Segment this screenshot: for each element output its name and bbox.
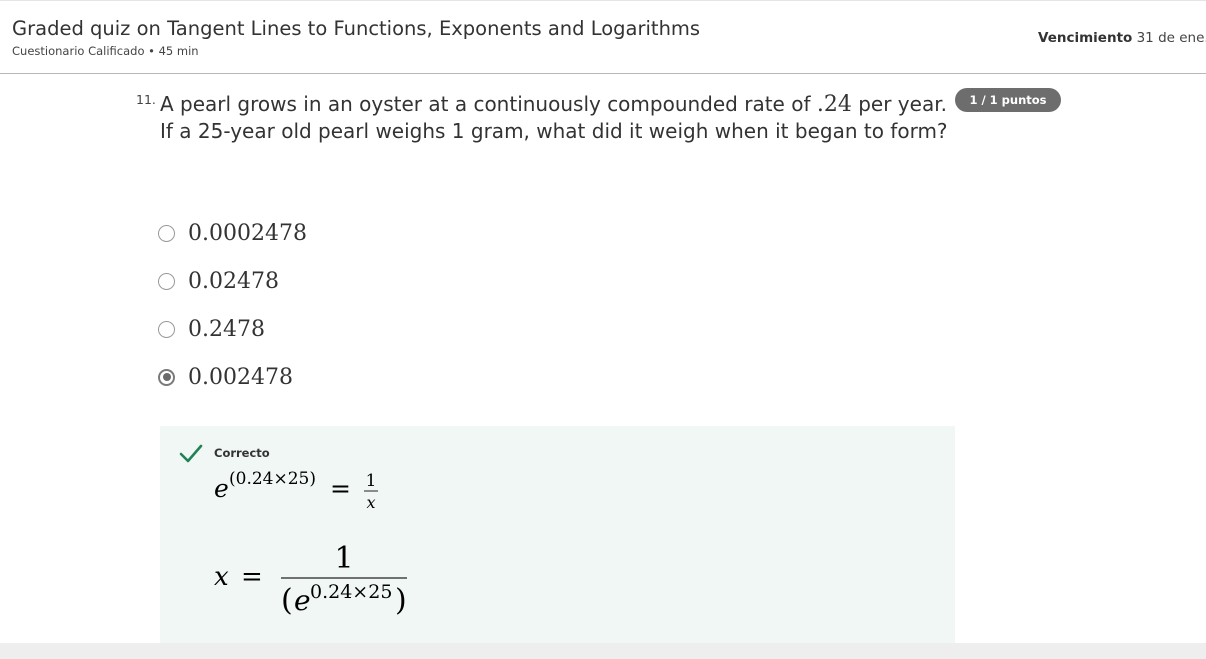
answer-option-label[interactable]: 0.002478 bbox=[188, 365, 293, 390]
question-rate: .24 bbox=[816, 92, 852, 117]
answer-option[interactable]: 0.0002478 bbox=[158, 219, 307, 247]
eq2-close-paren: ) bbox=[395, 583, 407, 618]
quiz-meta: Cuestionario Calificado • 45 min bbox=[12, 44, 199, 58]
equation-1: e (0.24×25) = 1 x bbox=[214, 469, 378, 512]
answer-option-label[interactable]: 0.02478 bbox=[188, 269, 279, 294]
eq1-exponent: (0.24×25) bbox=[229, 469, 316, 489]
quiz-title: Graded quiz on Tangent Lines to Function… bbox=[12, 17, 701, 40]
eq1-denominator: x bbox=[366, 493, 375, 512]
eq1-equals: = bbox=[330, 474, 351, 503]
eq2-numerator: 1 bbox=[334, 541, 353, 576]
question-number: 11. bbox=[136, 92, 156, 107]
eq2-open-paren: ( bbox=[281, 583, 293, 618]
eq1-base: e bbox=[214, 474, 229, 503]
eq2-denominator-exponent: 0.24×25 bbox=[310, 581, 392, 603]
radio-button-checked[interactable] bbox=[158, 368, 175, 386]
eq2-equals: = bbox=[241, 562, 263, 592]
radio-button[interactable] bbox=[158, 224, 175, 242]
answer-option[interactable]: 0.02478 bbox=[158, 267, 279, 295]
feedback-panel: Correcto e (0.24×25) = 1 x x = 1 ( e 0.2… bbox=[160, 426, 955, 643]
radio-button[interactable] bbox=[158, 320, 175, 338]
due-label: Vencimiento bbox=[1038, 30, 1133, 46]
answer-option-label[interactable]: 0.0002478 bbox=[188, 221, 307, 246]
eq2-lhs: x bbox=[214, 562, 229, 592]
due-value: 31 de ene. 2 bbox=[1136, 30, 1206, 46]
due-date: Vencimiento 31 de ene. 2 bbox=[1038, 30, 1206, 46]
quiz-header: Graded quiz on Tangent Lines to Function… bbox=[0, 0, 1206, 74]
bottom-bar bbox=[0, 643, 1206, 659]
eq2-denominator-base: e bbox=[294, 584, 311, 617]
answer-option-label[interactable]: 0.2478 bbox=[188, 317, 265, 342]
question-text-before: A pearl grows in an oyster at a continuo… bbox=[160, 92, 817, 116]
answer-option-selected[interactable]: 0.002478 bbox=[158, 363, 293, 391]
points-badge: 1 / 1 puntos bbox=[955, 88, 1061, 112]
equation-2: x = 1 ( e 0.24×25 ) bbox=[214, 541, 407, 618]
feedback-status: Correcto bbox=[214, 446, 270, 460]
answer-option[interactable]: 0.2478 bbox=[158, 315, 265, 343]
eq1-numerator: 1 bbox=[366, 471, 377, 491]
radio-button[interactable] bbox=[158, 272, 175, 290]
checkmark-icon bbox=[179, 444, 203, 463]
question-text: A pearl grows in an oyster at a continuo… bbox=[160, 91, 960, 144]
